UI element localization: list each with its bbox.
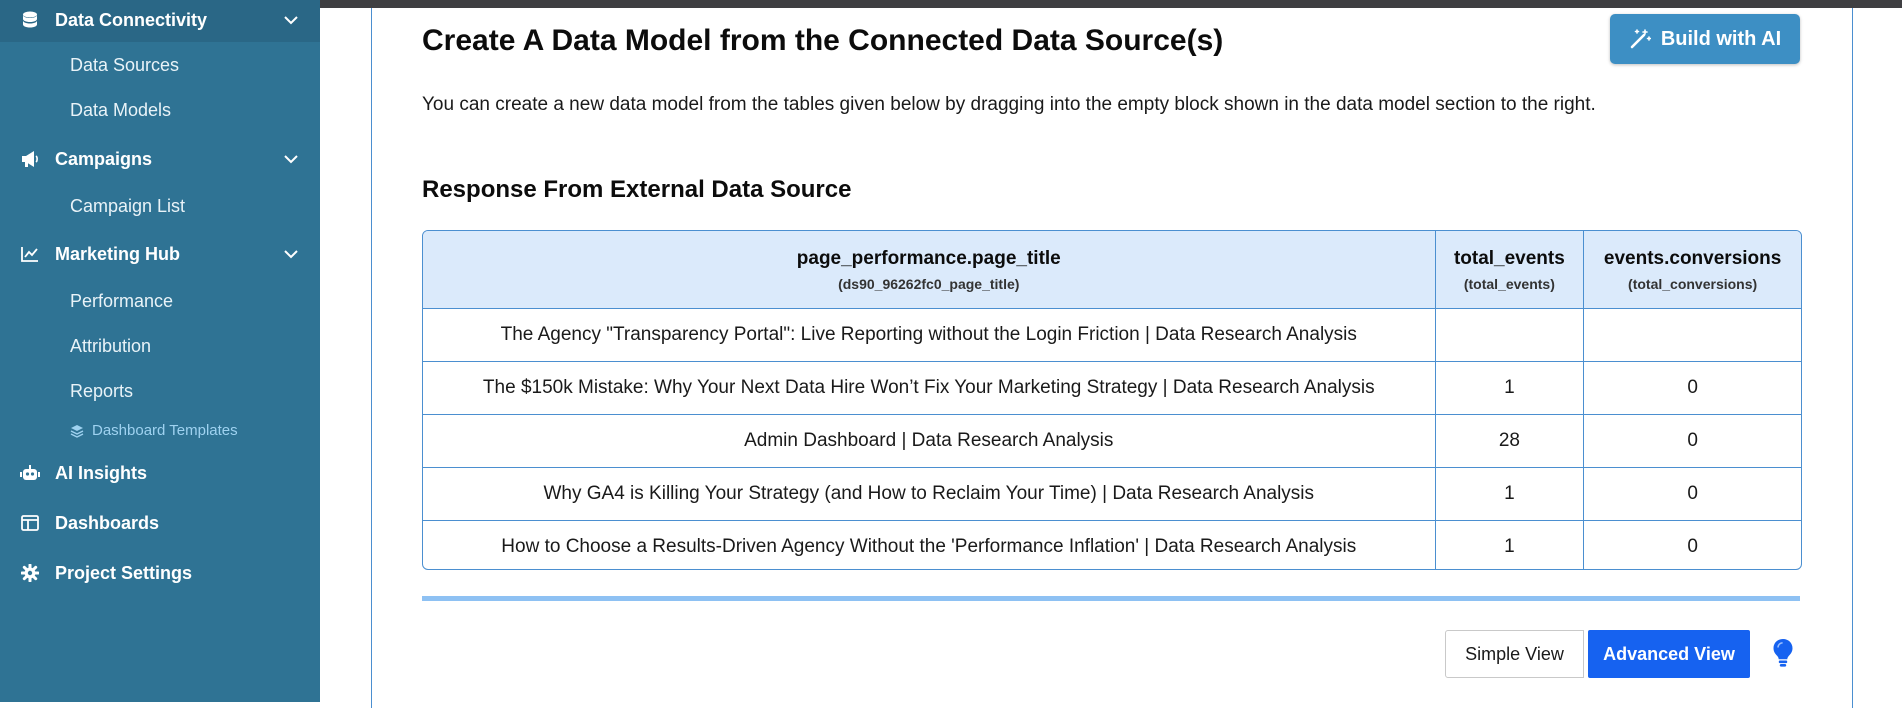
table-cell: 0	[1583, 467, 1801, 521]
sidebar-item-campaign-list[interactable]: Campaign List	[70, 196, 185, 217]
table-cell: The $150k Mistake: Why Your Next Data Hi…	[423, 361, 1436, 415]
section-title: Response From External Data Source	[422, 176, 852, 203]
database-icon	[20, 10, 40, 30]
table-cell: Why GA4 is Killing Your Strategy (and Ho…	[423, 467, 1436, 521]
sidebar-section-label: Project Settings	[55, 562, 193, 583]
column-name: events.conversions	[1603, 247, 1782, 269]
table-row: Why GA4 is Killing Your Strategy (and Ho…	[423, 467, 1801, 521]
table-cell: 1	[1434, 361, 1584, 415]
table-cell: 0	[1583, 414, 1801, 468]
magic-wand-icon	[1630, 29, 1651, 49]
sidebar-item-dashboard-templates[interactable]: Dashboard Templates	[70, 422, 238, 439]
build-with-ai-button[interactable]: Build with AI	[1610, 14, 1800, 64]
sidebar-section-ai-insights[interactable]: AI Insights	[0, 451, 320, 495]
sidebar-section-marketing-hub[interactable]: Marketing Hub	[0, 232, 320, 276]
sidebar-section-label: AI Insights	[55, 462, 148, 483]
table-cell: The Agency "Transparency Portal": Live R…	[423, 308, 1436, 362]
table-row: Admin Dashboard | Data Research Analysis…	[423, 414, 1801, 468]
chevron-down-icon[interactable]	[282, 150, 300, 168]
page-title: Create A Data Model from the Connected D…	[422, 24, 1224, 57]
layers-icon	[70, 424, 84, 438]
table-cell: 28	[1434, 414, 1584, 468]
table-row: The $150k Mistake: Why Your Next Data Hi…	[423, 361, 1801, 415]
response-table: page_performance.page_title (ds90_96262f…	[422, 230, 1802, 570]
sidebar-section-label: Campaigns	[55, 148, 153, 169]
column-header-events-conversions[interactable]: events.conversions (total_conversions)	[1583, 231, 1801, 309]
view-toggle: Simple View Advanced View	[1445, 630, 1750, 678]
line-chart-icon	[20, 244, 40, 264]
sidebar-item-attribution[interactable]: Attribution	[70, 336, 151, 357]
gear-icon	[20, 563, 40, 583]
sidebar-item-performance[interactable]: Performance	[70, 291, 173, 312]
column-name: page_performance.page_title	[796, 247, 1061, 269]
column-alias: (ds90_96262fc0_page_title)	[838, 275, 1020, 292]
table-row: How to Choose a Results-Driven Agency Wi…	[423, 520, 1801, 569]
sidebar: Data Connectivity Data Sources Data Mode…	[0, 0, 320, 702]
chevron-down-icon[interactable]	[282, 11, 300, 29]
table-cell	[1434, 308, 1584, 362]
sidebar-section-campaigns[interactable]: Campaigns	[0, 137, 320, 181]
sidebar-section-label: Data Connectivity	[55, 9, 208, 30]
section-divider	[422, 596, 1800, 601]
table-cell: Admin Dashboard | Data Research Analysis	[423, 414, 1436, 468]
column-header-page-title[interactable]: page_performance.page_title (ds90_96262f…	[423, 231, 1436, 309]
build-with-ai-label: Build with AI	[1660, 27, 1782, 50]
advanced-view-button[interactable]: Advanced View	[1588, 630, 1750, 678]
megaphone-icon	[20, 149, 40, 169]
sidebar-item-label: Dashboard Templates	[92, 422, 238, 439]
column-alias: (total_conversions)	[1628, 275, 1758, 292]
table-layout-icon	[20, 513, 40, 533]
table-cell: 1	[1434, 520, 1584, 569]
table-cell: 1	[1434, 467, 1584, 521]
column-name: total_events	[1453, 247, 1565, 269]
sidebar-item-reports[interactable]: Reports	[70, 381, 133, 402]
table-cell: 0	[1583, 520, 1801, 569]
column-header-total-events[interactable]: total_events (total_events)	[1434, 231, 1584, 309]
table-cell: 0	[1583, 361, 1801, 415]
table-cell: How to Choose a Results-Driven Agency Wi…	[423, 520, 1436, 569]
table-cell	[1583, 308, 1801, 362]
chevron-down-icon[interactable]	[282, 245, 300, 263]
lightbulb-icon[interactable]	[1769, 636, 1797, 670]
column-alias: (total_events)	[1463, 275, 1555, 292]
sidebar-item-data-sources[interactable]: Data Sources	[70, 55, 179, 76]
sidebar-section-data-connectivity[interactable]: Data Connectivity	[0, 0, 320, 42]
simple-view-button[interactable]: Simple View	[1445, 630, 1584, 678]
main-content: Create A Data Model from the Connected D…	[371, 8, 1853, 708]
sidebar-item-data-models[interactable]: Data Models	[70, 100, 171, 121]
table-row: The Agency "Transparency Portal": Live R…	[423, 308, 1801, 362]
robot-icon	[20, 463, 40, 483]
intro-text: You can create a new data model from the…	[422, 94, 1596, 115]
sidebar-section-project-settings[interactable]: Project Settings	[0, 551, 320, 595]
sidebar-section-label: Marketing Hub	[55, 243, 181, 264]
sidebar-section-dashboards[interactable]: Dashboards	[0, 501, 320, 545]
sidebar-section-label: Dashboards	[55, 512, 160, 533]
